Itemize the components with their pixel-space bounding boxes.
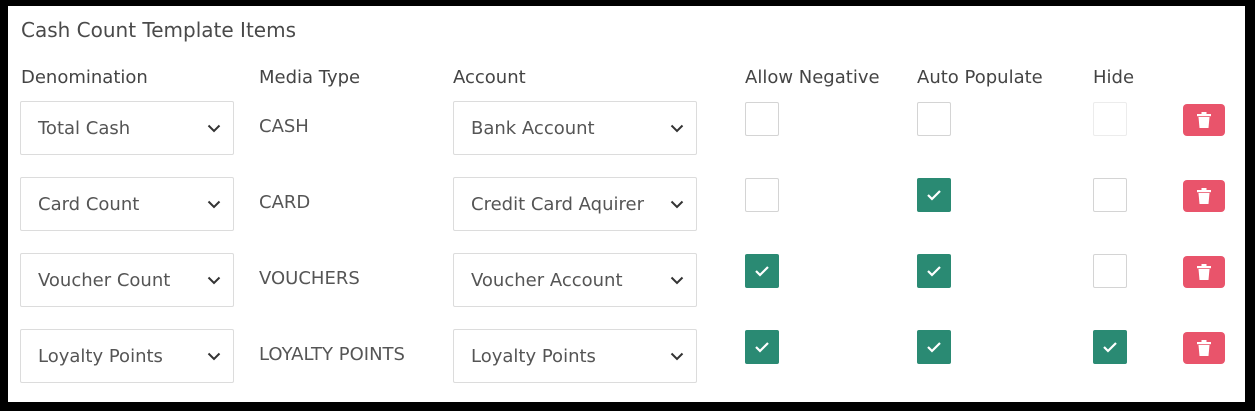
header-denomination: Denomination <box>21 67 148 88</box>
denomination-value: Card Count <box>38 193 140 215</box>
panel-title: Cash Count Template Items <box>21 18 296 42</box>
trash-icon <box>1197 188 1211 204</box>
denomination-value: Voucher Count <box>38 269 171 291</box>
template-item-row: Loyalty Points LOYALTY POINTS Loyalty Po… <box>8 329 1245 385</box>
header-account: Account <box>453 67 526 88</box>
account-select[interactable]: Loyalty Points <box>453 329 697 383</box>
denomination-value: Total Cash <box>38 117 131 139</box>
allow-negative-checkbox[interactable] <box>745 178 779 212</box>
header-allow-negative: Allow Negative <box>745 67 880 88</box>
chevron-down-icon <box>664 346 690 366</box>
checkmark-icon <box>926 341 942 353</box>
cash-count-template-panel: Cash Count Template Items Denomination M… <box>8 6 1245 402</box>
media-type-value: VOUCHERS <box>259 268 360 289</box>
checkmark-icon <box>754 341 770 353</box>
denomination-select[interactable]: Loyalty Points <box>20 329 234 383</box>
trash-icon <box>1197 340 1211 356</box>
template-item-row: Total Cash CASH Bank Account <box>8 101 1245 157</box>
hide-checkbox[interactable] <box>1093 330 1127 364</box>
chevron-down-icon <box>201 118 227 138</box>
account-value: Bank Account <box>471 117 595 139</box>
allow-negative-checkbox[interactable] <box>745 330 779 364</box>
chevron-down-icon <box>664 118 690 138</box>
denomination-select[interactable]: Total Cash <box>20 101 234 155</box>
checkmark-icon <box>754 265 770 277</box>
auto-populate-checkbox[interactable] <box>917 178 951 212</box>
hide-checkbox[interactable] <box>1093 254 1127 288</box>
auto-populate-checkbox[interactable] <box>917 254 951 288</box>
hide-checkbox[interactable] <box>1093 178 1127 212</box>
delete-button[interactable] <box>1183 180 1225 212</box>
checkmark-icon <box>1102 341 1118 353</box>
chevron-down-icon <box>664 194 690 214</box>
header-auto-populate: Auto Populate <box>917 67 1043 88</box>
account-value: Voucher Account <box>471 269 623 291</box>
account-value: Loyalty Points <box>471 345 596 367</box>
checkmark-icon <box>926 189 942 201</box>
chevron-down-icon <box>664 270 690 290</box>
auto-populate-checkbox[interactable] <box>917 330 951 364</box>
checkmark-icon <box>926 265 942 277</box>
account-select[interactable]: Voucher Account <box>453 253 697 307</box>
allow-negative-checkbox[interactable] <box>745 254 779 288</box>
media-type-value: CASH <box>259 116 309 137</box>
template-item-row: Voucher Count VOUCHERS Voucher Account <box>8 253 1245 309</box>
chevron-down-icon <box>201 270 227 290</box>
delete-button[interactable] <box>1183 104 1225 136</box>
trash-icon <box>1197 112 1211 128</box>
header-hide: Hide <box>1093 67 1135 88</box>
allow-negative-checkbox[interactable] <box>745 102 779 136</box>
denomination-select[interactable]: Card Count <box>20 177 234 231</box>
denomination-value: Loyalty Points <box>38 345 163 367</box>
hide-checkbox[interactable] <box>1093 102 1127 136</box>
trash-icon <box>1197 264 1211 280</box>
delete-button[interactable] <box>1183 332 1225 364</box>
media-type-value: CARD <box>259 192 311 213</box>
chevron-down-icon <box>201 194 227 214</box>
chevron-down-icon <box>201 346 227 366</box>
account-value: Credit Card Aquirer <box>471 193 644 215</box>
template-item-row: Card Count CARD Credit Card Aquirer <box>8 177 1245 233</box>
account-select[interactable]: Credit Card Aquirer <box>453 177 697 231</box>
delete-button[interactable] <box>1183 256 1225 288</box>
media-type-value: LOYALTY POINTS <box>259 344 405 365</box>
header-media-type: Media Type <box>259 67 361 88</box>
auto-populate-checkbox[interactable] <box>917 102 951 136</box>
denomination-select[interactable]: Voucher Count <box>20 253 234 307</box>
account-select[interactable]: Bank Account <box>453 101 697 155</box>
